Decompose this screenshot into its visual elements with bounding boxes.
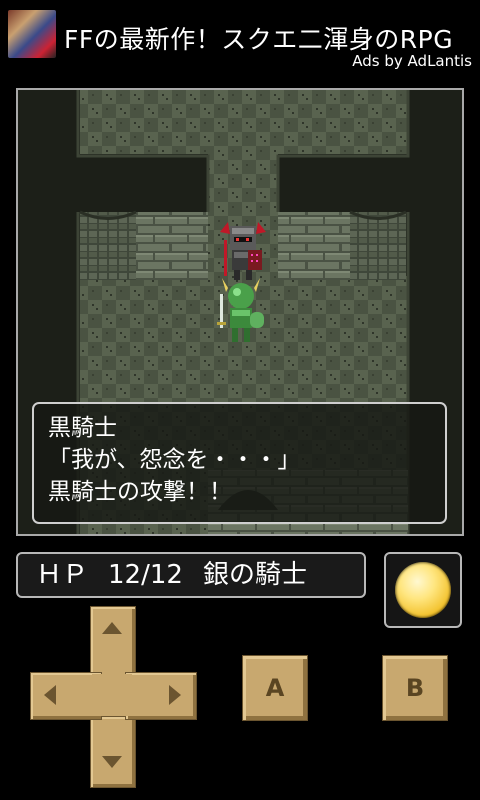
dialogue-line-2: 黒騎士の攻撃！！	[48, 479, 232, 505]
arrow-right-icon	[169, 685, 181, 705]
orb-icon	[395, 562, 451, 618]
ad-title[interactable]: FFの最新作！スクエ二渾身のRPG	[64, 20, 453, 56]
dpad-center	[92, 674, 132, 716]
character-name: 銀の騎士	[202, 560, 307, 590]
status-bar: ＨＰ 12/12 銀の騎士	[16, 552, 366, 598]
hp-value: 12/12	[108, 560, 183, 590]
b-button[interactable]: B	[382, 655, 448, 721]
dpad-down[interactable]	[90, 716, 136, 788]
hp-label: ＨＰ	[36, 560, 89, 590]
dpad-right[interactable]	[125, 672, 197, 720]
dpad-up[interactable]	[90, 606, 136, 678]
arrow-down-icon	[102, 756, 122, 768]
dialogue-line-1: 「我が、怨念を・・・」	[48, 447, 301, 473]
dpad[interactable]	[30, 606, 197, 788]
dialogue-speaker: 黒騎士	[48, 415, 117, 441]
arrow-up-icon	[102, 622, 122, 634]
ad-thumbnail-image[interactable]	[8, 10, 56, 58]
a-button[interactable]: A	[242, 655, 308, 721]
orb-menu-button[interactable]	[384, 552, 462, 628]
ad-banner[interactable]: FFの最新作！スクエ二渾身のRPG Ads by AdLantis	[0, 0, 480, 78]
dialogue-box[interactable]: 黒騎士 「我が、怨念を・・・」 黒騎士の攻撃！！	[32, 402, 447, 524]
arrow-left-icon	[44, 685, 56, 705]
ad-credit: Ads by AdLantis	[352, 52, 472, 70]
